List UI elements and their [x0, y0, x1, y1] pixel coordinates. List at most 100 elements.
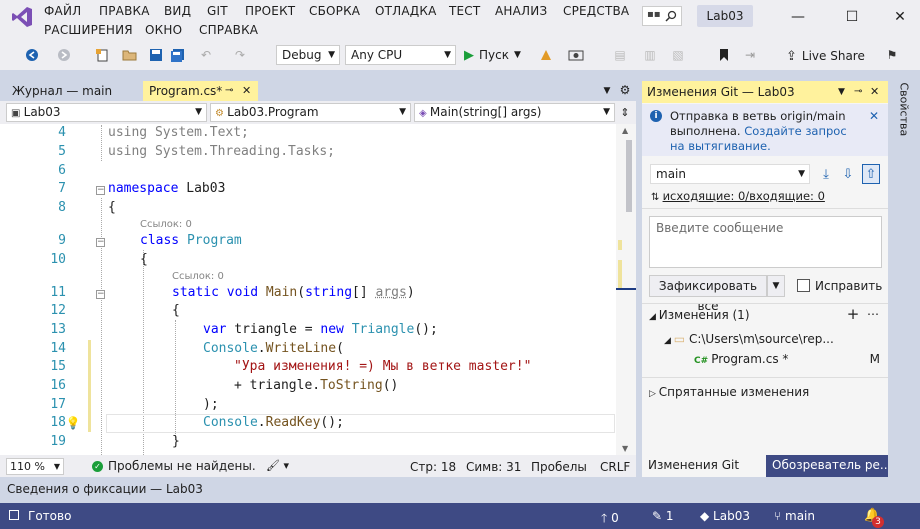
new-project-icon[interactable]: [92, 46, 112, 64]
zoom-select[interactable]: 110 % ▼: [6, 458, 64, 475]
forward-icon[interactable]: [54, 46, 74, 64]
fetch-icon[interactable]: ⤓: [818, 165, 834, 183]
panel-menu-icon[interactable]: ▼: [838, 81, 845, 103]
project-select[interactable]: ▣ Lab03 ▼: [6, 103, 207, 122]
close-tab-icon[interactable]: ✕: [242, 81, 251, 101]
branch-status[interactable]: ⑂ main: [774, 509, 815, 523]
tab-repo-explorer[interactable]: Обозреватель ре...: [766, 455, 888, 477]
tab-git-changes[interactable]: Изменения Git —...: [642, 455, 766, 492]
fold-toggle[interactable]: −: [96, 238, 105, 247]
line-number: 7: [58, 181, 66, 196]
platform-select[interactable]: Any CPU ▼: [345, 45, 456, 65]
pull-icon[interactable]: ⇩: [840, 165, 856, 183]
code-line: + triangle.ToString(): [234, 378, 399, 393]
push-icon[interactable]: ⇧: [862, 164, 880, 184]
menu-analyze[interactable]: АНАЛИЗ: [495, 4, 547, 18]
whitespace-mode[interactable]: Пробелы: [531, 460, 587, 474]
tab-journal[interactable]: Журнал — main: [6, 81, 142, 101]
menu-git[interactable]: GIT: [207, 4, 228, 18]
menu-extensions[interactable]: РАСШИРЕНИЯ: [44, 23, 133, 37]
references-codelens[interactable]: Ссылок: 0: [172, 271, 224, 282]
pin-icon[interactable]: ⊸: [854, 81, 862, 103]
unpushed-commits[interactable]: 🡑 0: [601, 509, 619, 529]
folder-row[interactable]: ◢ ▭ C:\Users\m\source\rep...: [664, 332, 834, 346]
back-icon[interactable]: [22, 46, 42, 64]
commit-details-bar[interactable]: Сведения о фиксации — Lab03: [0, 477, 920, 503]
changed-file-row[interactable]: C# Program.cs * M: [694, 352, 880, 366]
more-options-icon[interactable]: ⋯: [864, 306, 882, 322]
amend-checkbox[interactable]: [797, 279, 810, 292]
hot-reload-icon[interactable]: [536, 46, 556, 64]
config-select[interactable]: Debug ▼: [276, 45, 340, 65]
changes-header[interactable]: ◢ Изменения (1): [649, 308, 750, 322]
close-icon[interactable]: ✕: [870, 81, 879, 103]
toolbar-align-icon[interactable]: ▥: [640, 46, 660, 64]
bookmark-icon[interactable]: [714, 46, 734, 64]
settings-icon[interactable]: ⚙: [618, 83, 632, 97]
scroll-up-icon[interactable]: ▲: [622, 126, 628, 135]
vs-logo-icon[interactable]: [10, 5, 34, 29]
code-line: static void Main(string[] args): [172, 285, 415, 300]
pending-changes[interactable]: ✎ 1: [652, 509, 674, 523]
close-icon[interactable]: ✕: [888, 6, 912, 28]
lightbulb-icon[interactable]: 💡: [66, 415, 81, 431]
menu-edit[interactable]: ПРАВКА: [99, 4, 150, 18]
feedback-icon[interactable]: ⚑: [882, 46, 902, 64]
fold-toggle[interactable]: −: [96, 290, 105, 299]
problems-indicator[interactable]: ✓ Проблемы не найдены.: [92, 459, 256, 473]
save-all-icon[interactable]: [168, 46, 188, 64]
open-folder-icon[interactable]: [120, 46, 140, 64]
screenshot-icon[interactable]: [566, 46, 586, 64]
menu-view[interactable]: ВИД: [164, 4, 191, 18]
fold-toggle[interactable]: −: [96, 186, 105, 195]
menu-file[interactable]: ФАЙЛ: [44, 4, 81, 18]
line-position[interactable]: Стр: 18: [410, 460, 456, 474]
scrollbar-thumb[interactable]: [626, 140, 632, 212]
tab-overflow-icon[interactable]: ▼: [600, 84, 614, 98]
menu-tools[interactable]: СРЕДСТВА: [563, 4, 629, 18]
class-select[interactable]: ⚙ Lab03.Program ▼: [210, 103, 411, 122]
menu-window[interactable]: ОКНО: [145, 23, 182, 37]
pin-icon[interactable]: ⊸: [225, 81, 233, 101]
toolbar-nav-icon[interactable]: ⇥: [740, 46, 760, 64]
menu-project[interactable]: ПРОЕКТ: [245, 4, 295, 18]
sync-status[interactable]: ⇅ исходящие: 0/входящие: 0: [651, 189, 825, 203]
toolbar-misc-icon[interactable]: ▤: [610, 46, 630, 64]
commit-message-input[interactable]: Введите сообщение: [649, 216, 882, 268]
search-box[interactable]: ▪▪: [642, 6, 682, 26]
member-select[interactable]: ◈ Main(string[] args) ▼: [414, 103, 615, 122]
menu-debug[interactable]: ОТЛАДКА: [375, 4, 437, 18]
code-line: namespace Lab03: [108, 181, 226, 196]
maximize-icon[interactable]: ☐: [840, 6, 864, 28]
references-codelens[interactable]: Ссылок: 0: [140, 219, 192, 230]
undo-icon[interactable]: ↶: [196, 46, 216, 64]
stashes-header[interactable]: ▷ Спрятанные изменения: [649, 385, 809, 399]
save-icon[interactable]: [146, 46, 166, 64]
minimize-icon[interactable]: —: [786, 6, 810, 28]
toolbar-indent-icon[interactable]: ▧: [668, 46, 688, 64]
line-ending[interactable]: CRLF: [600, 460, 630, 474]
code-line: {: [140, 252, 148, 267]
dismiss-icon[interactable]: ✕: [869, 109, 879, 123]
notifications[interactable]: 🔔 3: [864, 508, 884, 528]
commit-options-dropdown[interactable]: ▼: [767, 275, 785, 297]
menu-test[interactable]: ТЕСТ: [449, 4, 480, 18]
code-cleanup-icon[interactable]: 🖌 ▾: [266, 459, 289, 472]
split-icon[interactable]: ⇕: [618, 105, 632, 119]
commit-all-button[interactable]: Зафиксировать все: [649, 275, 767, 313]
menu-help[interactable]: СПРАВКА: [199, 23, 258, 37]
menu-build[interactable]: СБОРКА: [309, 4, 360, 18]
stage-all-icon[interactable]: +: [846, 305, 860, 323]
scroll-down-icon[interactable]: ▼: [622, 444, 628, 453]
repository-select[interactable]: ◆ Lab03: [700, 509, 750, 523]
redo-icon[interactable]: ↷: [230, 46, 250, 64]
column-position[interactable]: Симв: 31: [466, 460, 521, 474]
branch-select[interactable]: main ▼: [650, 164, 810, 184]
search-icon: [664, 8, 678, 24]
line-number: 19: [50, 434, 66, 449]
start-button[interactable]: ▶ Пуск ▼: [464, 45, 521, 65]
live-share-button[interactable]: ⇪ Live Share: [786, 46, 865, 66]
tab-program-cs[interactable]: Program.cs* ⊸ ✕: [143, 81, 258, 101]
code-line: using System.Text;: [108, 125, 249, 140]
properties-side-tab[interactable]: Свойства: [893, 83, 915, 137]
